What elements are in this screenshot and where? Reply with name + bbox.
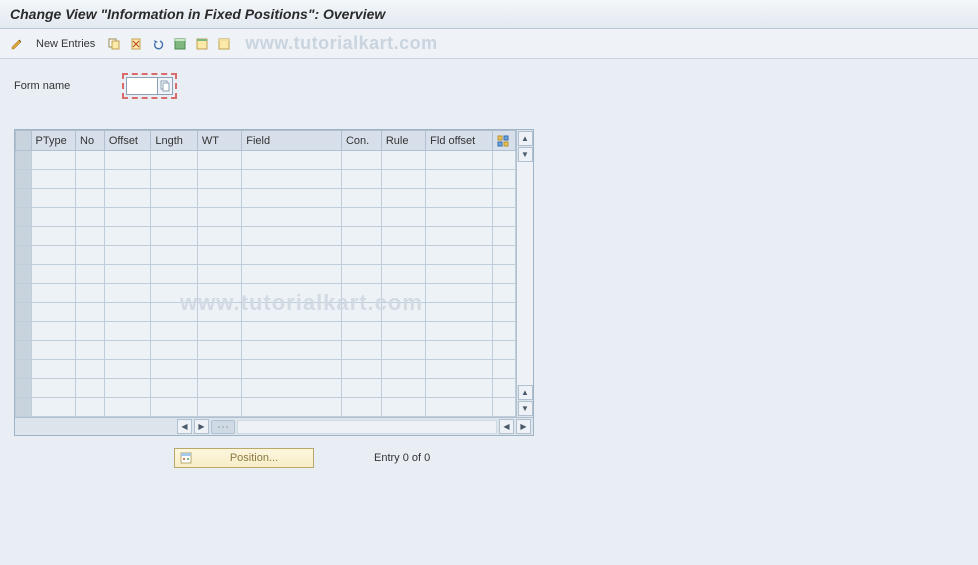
table-container: PType No Offset Lngth WT Field Con. Rule… — [15, 130, 533, 417]
col-ptype[interactable]: PType — [31, 131, 76, 151]
row-selector[interactable] — [16, 398, 32, 417]
title-bar: Change View "Information in Fixed Positi… — [0, 0, 978, 29]
form-name-label: Form name — [14, 80, 114, 92]
scroll-right2-icon[interactable]: ▶ — [516, 419, 531, 434]
table-row[interactable] — [16, 379, 516, 398]
data-table: PType No Offset Lngth WT Field Con. Rule… — [15, 130, 516, 417]
table-row[interactable] — [16, 246, 516, 265]
table-row[interactable] — [16, 398, 516, 417]
table-row[interactable] — [16, 189, 516, 208]
table-row[interactable] — [16, 208, 516, 227]
scroll-right-icon[interactable]: ▶ — [194, 419, 209, 434]
select-block-icon[interactable] — [193, 35, 211, 53]
table-row[interactable] — [16, 341, 516, 360]
copy-as-icon[interactable] — [105, 35, 123, 53]
scroll-down-icon[interactable]: ▼ — [518, 147, 533, 162]
select-all-icon[interactable] — [171, 35, 189, 53]
horizontal-scrollbar[interactable]: ◀ ▶ ◀ ▶ — [15, 417, 533, 435]
table-row[interactable] — [16, 284, 516, 303]
table-wrapper: PType No Offset Lngth WT Field Con. Rule… — [15, 130, 516, 417]
col-no[interactable]: No — [76, 131, 105, 151]
new-entries-button[interactable]: New Entries — [30, 36, 101, 52]
form-name-row: Form name — [14, 73, 964, 99]
table-row[interactable] — [16, 265, 516, 284]
search-help-icon[interactable] — [157, 77, 173, 95]
footer-row: Position... Entry 0 of 0 — [14, 448, 964, 468]
table-row[interactable] — [16, 170, 516, 189]
row-selector[interactable] — [16, 360, 32, 379]
watermark-small: www.tutorialkart.com — [245, 33, 437, 54]
scroll-left-icon[interactable]: ◀ — [177, 419, 192, 434]
undo-change-icon[interactable] — [149, 35, 167, 53]
row-selector[interactable] — [16, 284, 32, 303]
row-selector[interactable] — [16, 246, 32, 265]
row-selector[interactable] — [16, 379, 32, 398]
scroll-up2-icon[interactable]: ▲ — [518, 385, 533, 400]
col-field[interactable]: Field — [242, 131, 342, 151]
vscroll-track[interactable] — [517, 162, 533, 385]
hscroll-track[interactable] — [237, 420, 497, 434]
row-selector[interactable] — [16, 189, 32, 208]
row-selector[interactable] — [16, 170, 32, 189]
table-panel: PType No Offset Lngth WT Field Con. Rule… — [14, 129, 534, 436]
table-row[interactable] — [16, 151, 516, 170]
table-body — [16, 151, 516, 417]
position-button[interactable]: Position... — [174, 448, 314, 468]
row-selector[interactable] — [16, 151, 32, 170]
form-name-input[interactable] — [126, 77, 158, 95]
select-all-header[interactable] — [16, 131, 32, 151]
content-area: Form name PType No Offset Lngth — [0, 59, 978, 482]
scroll-up-icon[interactable]: ▲ — [518, 131, 533, 146]
table-row[interactable] — [16, 227, 516, 246]
col-fldoffset[interactable]: Fld offset — [426, 131, 492, 151]
row-selector[interactable] — [16, 322, 32, 341]
position-button-label: Position... — [199, 452, 309, 464]
table-row[interactable] — [16, 360, 516, 379]
col-con[interactable]: Con. — [341, 131, 381, 151]
col-lngth[interactable]: Lngth — [151, 131, 198, 151]
delete-icon[interactable] — [127, 35, 145, 53]
row-selector[interactable] — [16, 265, 32, 284]
scroll-left2-icon[interactable]: ◀ — [499, 419, 514, 434]
hscroll-thumb[interactable] — [211, 420, 235, 434]
toggle-display-change-icon[interactable] — [8, 35, 26, 53]
col-offset[interactable]: Offset — [104, 131, 151, 151]
entry-count-text: Entry 0 of 0 — [374, 452, 430, 464]
vertical-scrollbar[interactable]: ▲ ▼ ▲ ▼ — [516, 130, 533, 417]
table-row[interactable] — [16, 303, 516, 322]
row-selector[interactable] — [16, 341, 32, 360]
row-selector[interactable] — [16, 227, 32, 246]
row-selector[interactable] — [16, 208, 32, 227]
col-rule[interactable]: Rule — [381, 131, 425, 151]
row-selector[interactable] — [16, 303, 32, 322]
table-row[interactable] — [16, 322, 516, 341]
page-title: Change View "Information in Fixed Positi… — [10, 6, 968, 22]
table-settings-icon[interactable] — [492, 131, 515, 151]
position-icon — [179, 451, 193, 465]
scroll-down2-icon[interactable]: ▼ — [518, 401, 533, 416]
toolbar: New Entries www.tutorialkart.com — [0, 29, 978, 59]
col-wt[interactable]: WT — [197, 131, 241, 151]
form-name-highlight — [122, 73, 177, 99]
deselect-all-icon[interactable] — [215, 35, 233, 53]
